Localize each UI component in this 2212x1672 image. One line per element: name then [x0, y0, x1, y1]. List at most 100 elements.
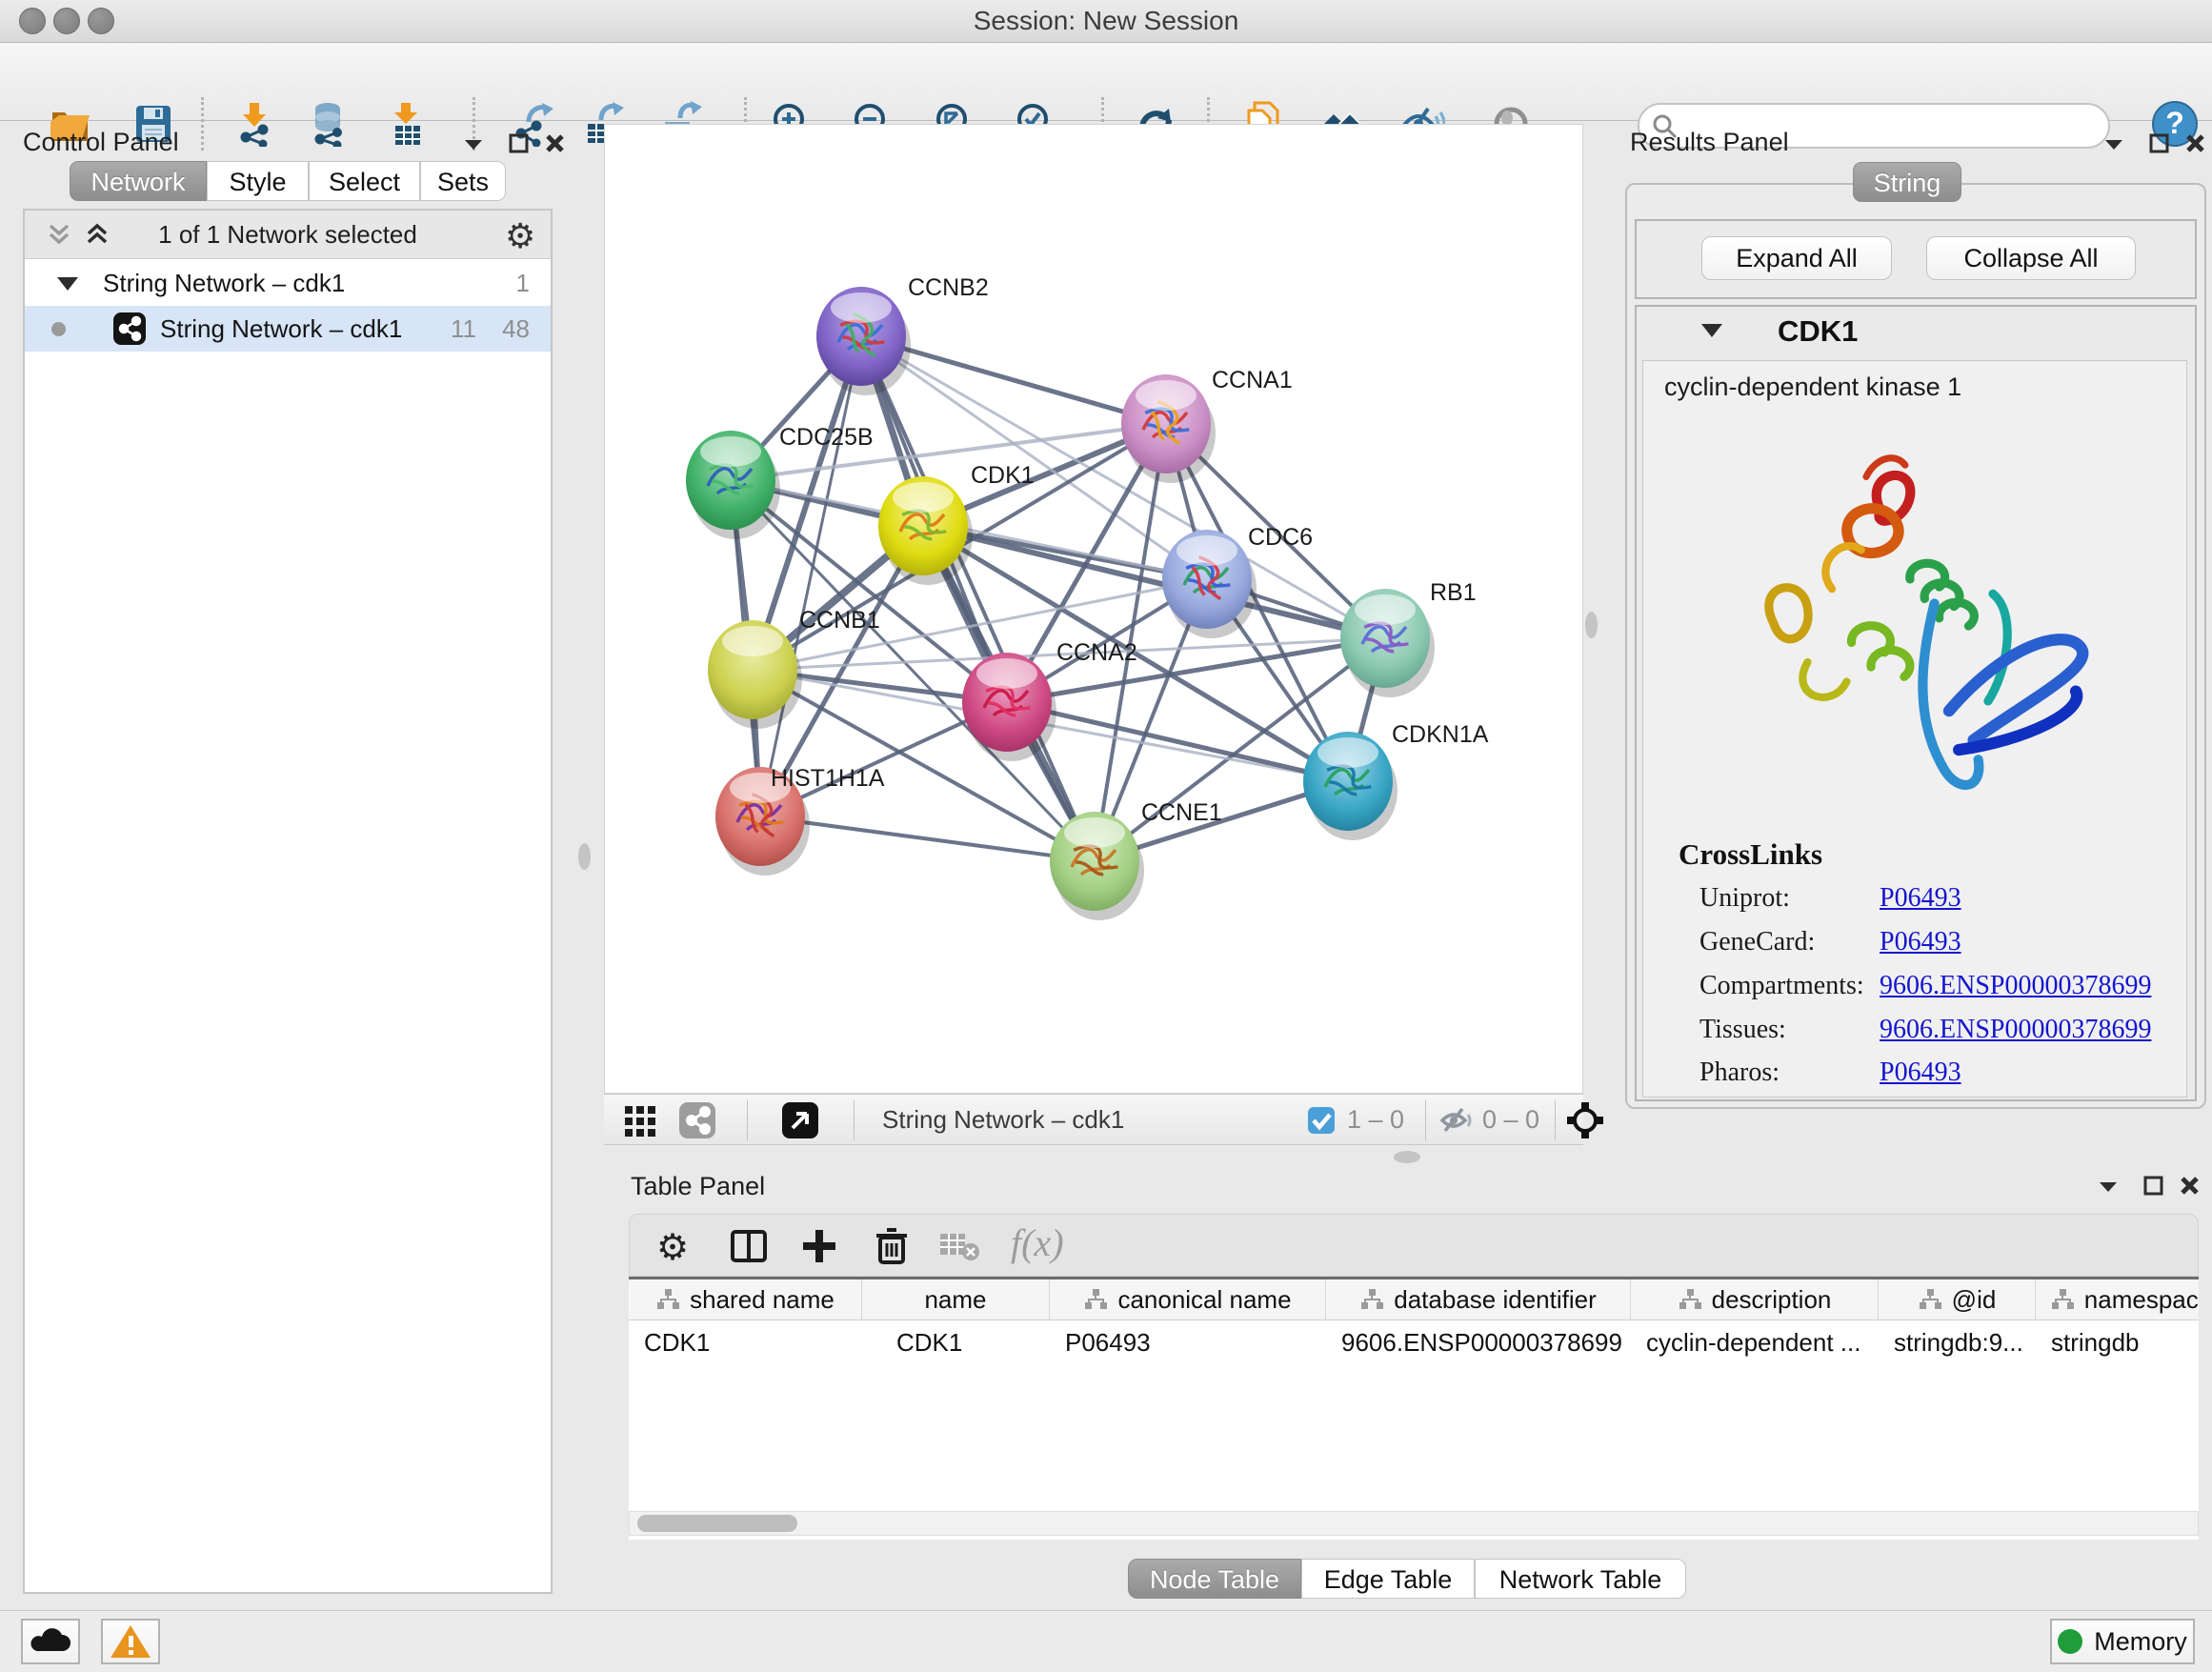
network-edge-CCNB2-HIST1H1A[interactable]	[760, 336, 861, 816]
column-header-database-identifier[interactable]: database identifier	[1326, 1279, 1631, 1319]
column-header-name[interactable]: name	[862, 1279, 1050, 1319]
tab-edge-table[interactable]: Edge Table	[1301, 1559, 1475, 1599]
cell-id[interactable]: stringdb:9...	[1879, 1320, 2036, 1364]
cell-shared-name[interactable]: CDK1	[629, 1320, 862, 1364]
add-column-icon[interactable]	[799, 1226, 839, 1266]
network-row[interactable]: String Network – cdk1 11 48	[25, 306, 551, 352]
section-collapse-caret-icon[interactable]	[1701, 324, 1722, 337]
control-panel-title: Control Panel	[23, 128, 179, 157]
network-collection-row[interactable]: String Network – cdk1 1	[25, 260, 551, 306]
table-horizontal-scrollbar[interactable]	[629, 1511, 2199, 1536]
cloud-icon	[23, 1621, 78, 1662]
pan-crosshair-icon[interactable]	[1566, 1101, 1604, 1139]
tab-style[interactable]: Style	[207, 161, 309, 201]
cell-description[interactable]: cyclin-dependent ...	[1631, 1320, 1879, 1364]
selected-checkbox-icon[interactable]	[1307, 1106, 1336, 1135]
panel-close-icon[interactable]	[2183, 131, 2208, 156]
table-toolbar: ⚙ f(x)	[629, 1214, 2199, 1277]
memory-label: Memory	[2094, 1627, 2187, 1657]
network-node-CDC25B[interactable]	[686, 431, 780, 539]
column-header-id[interactable]: @id	[1879, 1279, 2036, 1319]
node-label-CCNB1: CCNB1	[799, 607, 880, 634]
tab-node-table[interactable]: Node Table	[1128, 1559, 1301, 1599]
birdseye-view-icon[interactable]	[781, 1101, 819, 1139]
table-tabs: Node Table Edge Table Network Table	[1128, 1559, 1686, 1599]
node-table: shared name name canonical name database…	[629, 1277, 2199, 1540]
crosslink-link[interactable]: 9606.ENSP00000378699	[1880, 971, 2151, 1001]
gear-icon[interactable]: ⚙	[505, 217, 535, 256]
node-label-CCNA1: CCNA1	[1212, 367, 1293, 393]
crosslink-link[interactable]: P06493	[1880, 927, 1961, 957]
network-node-CCNE1[interactable]	[1050, 812, 1144, 920]
warning-button[interactable]	[101, 1619, 160, 1664]
results-panel: Results Panel Expand All Collapse All CD…	[1601, 124, 2212, 1168]
footer-separator	[854, 1100, 855, 1140]
panel-float-icon[interactable]	[2096, 1174, 2121, 1199]
control-panel: Control Panel Network Style Select Sets …	[10, 124, 564, 1593]
tab-network[interactable]: Network	[70, 161, 207, 201]
panel-float-icon[interactable]	[2101, 131, 2126, 156]
cloud-button[interactable]	[21, 1619, 80, 1664]
collapse-all-button[interactable]: Collapse All	[1926, 236, 2136, 280]
column-header-description[interactable]: description	[1631, 1279, 1879, 1319]
network-node-CDK1[interactable]	[878, 476, 973, 585]
network-edge-CCNB2-CCNE1[interactable]	[861, 336, 1095, 861]
panel-close-icon[interactable]	[2178, 1174, 2202, 1199]
grid-view-icon[interactable]	[623, 1102, 659, 1138]
hierarchy-icon	[1678, 1287, 1702, 1312]
crosslink-link[interactable]: P06493	[1880, 1058, 1961, 1088]
right-splitter-handle[interactable]	[1585, 612, 1598, 638]
network-edge-CCNA2-CDKN1A[interactable]	[1007, 702, 1348, 781]
edge-count: 48	[502, 314, 530, 344]
panel-maximize-icon[interactable]	[507, 131, 532, 156]
panel-float-icon[interactable]	[461, 131, 486, 156]
network-node-CCNB2[interactable]	[816, 287, 911, 395]
memory-button[interactable]: Memory	[2050, 1619, 2195, 1664]
column-header-canonical-name[interactable]: canonical name	[1050, 1279, 1326, 1319]
cell-name[interactable]: CDK1	[862, 1320, 1050, 1364]
selected-nodes-edges-count: 1 – 0	[1347, 1095, 1404, 1144]
panel-close-icon[interactable]	[543, 131, 568, 156]
cell-database-identifier[interactable]: 9606.ENSP00000378699	[1326, 1320, 1631, 1364]
network-node-CCNA1[interactable]	[1121, 374, 1216, 483]
crosslink-label: Pharos:	[1699, 1058, 1780, 1088]
network-edge-HIST1H1A-CCNE1[interactable]	[760, 816, 1095, 861]
scrollbar-thumb[interactable]	[637, 1515, 797, 1532]
table-row[interactable]: CDK1 CDK1 P06493 9606.ENSP00000378699 cy…	[629, 1320, 2199, 1364]
network-node-CDKN1A[interactable]	[1303, 732, 1398, 840]
panel-maximize-icon[interactable]	[2142, 1174, 2166, 1199]
hierarchy-icon	[655, 1287, 680, 1312]
hidden-nodes-edges-count: 0 – 0	[1482, 1095, 1539, 1144]
tree-expand-caret-icon[interactable]	[57, 277, 78, 291]
tab-network-table[interactable]: Network Table	[1475, 1559, 1686, 1599]
crosslink-link[interactable]: 9606.ENSP00000378699	[1880, 1015, 2151, 1045]
network-list-header: 1 of 1 Network selected ⚙	[25, 211, 551, 259]
network-canvas[interactable]: CCNB2CCNA1CDC25BCDK1CDC6RB1CCNB1CCNA2CDK…	[604, 124, 1583, 1094]
function-builder-icon: f(x)	[1011, 1220, 1116, 1260]
column-header-shared-name[interactable]: shared name	[629, 1279, 862, 1319]
hidden-eye-slash-icon[interactable]	[1438, 1106, 1475, 1135]
table-panel-title: Table Panel	[631, 1172, 765, 1201]
cell-canonical-name[interactable]: P06493	[1050, 1320, 1326, 1364]
panel-maximize-icon[interactable]	[2147, 131, 2172, 156]
network-node-RB1[interactable]	[1340, 589, 1435, 697]
network-node-CCNA2[interactable]	[962, 653, 1056, 761]
table-gear-icon[interactable]: ⚙	[656, 1226, 696, 1266]
expand-all-button[interactable]: Expand All	[1701, 236, 1892, 280]
control-panel-tabs: Network Style Select Sets	[70, 161, 506, 201]
network-icon-gray[interactable]	[678, 1101, 716, 1139]
delete-column-trash-icon[interactable]	[872, 1226, 912, 1266]
left-splitter-handle[interactable]	[578, 843, 591, 870]
column-visibility-icon[interactable]	[729, 1226, 769, 1266]
node-label-RB1: RB1	[1430, 579, 1477, 606]
tab-select[interactable]: Select	[309, 161, 420, 201]
cell-namespace[interactable]: stringdb	[2036, 1320, 2199, 1364]
tab-string[interactable]: String	[1853, 162, 1961, 202]
network-node-CDC6[interactable]	[1162, 530, 1257, 638]
column-header-namespace[interactable]: namespace	[2036, 1279, 2199, 1319]
bottom-splitter-handle[interactable]	[1394, 1151, 1420, 1163]
tab-sets[interactable]: Sets	[420, 161, 506, 201]
string-network-icon	[112, 312, 147, 346]
node-label-HIST1H1A: HIST1H1A	[771, 765, 885, 792]
crosslink-link[interactable]: P06493	[1880, 883, 1961, 914]
